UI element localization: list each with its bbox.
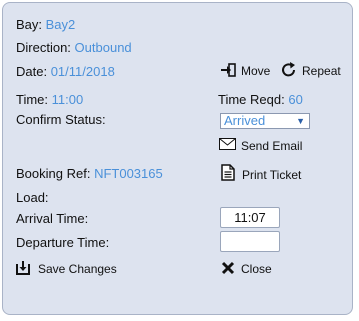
booking-details-panel: Bay: Bay2 Direction: Outbound Date: 01/1… [2, 2, 353, 315]
move-icon [221, 63, 236, 77]
close-x-icon [221, 261, 235, 275]
move-label: Move [241, 64, 271, 78]
booking-ref-row: Booking Ref: NFT003165 [16, 166, 163, 181]
document-icon [221, 164, 235, 181]
chevron-down-icon: ▼ [296, 116, 305, 126]
send-email-label: Send Email [241, 139, 303, 153]
repeat-icon [282, 62, 295, 77]
departure-time-label: Departure Time: [16, 235, 110, 250]
load-label: Load: [16, 190, 49, 205]
date-row: Date: 01/11/2018 [16, 64, 115, 79]
booking-ref-value: NFT003165 [94, 166, 163, 181]
repeat-label: Repeat [302, 64, 341, 78]
time-reqd-label: Time Reqd: [218, 92, 285, 107]
move-button[interactable]: Move [218, 61, 276, 79]
confirm-status-label: Confirm Status: [16, 112, 106, 127]
direction-label: Direction: [16, 40, 71, 55]
time-label: Time: [16, 92, 49, 107]
confirm-status-select[interactable]: Arrived ▼ [220, 113, 310, 129]
close-button[interactable]: Close [218, 259, 278, 277]
bay-row: Bay: Bay2 [16, 17, 75, 32]
date-value: 01/11/2018 [50, 64, 115, 79]
confirm-status-value: Arrived [224, 113, 266, 128]
time-reqd-value: 60 [288, 92, 303, 107]
date-label: Date: [16, 64, 48, 79]
time-value: 11:00 [51, 92, 84, 107]
send-email-button[interactable]: Send Email [218, 135, 308, 153]
arrival-time-label: Arrival Time: [16, 211, 89, 226]
bay-value: Bay2 [45, 17, 76, 32]
direction-row: Direction: Outbound [16, 40, 132, 55]
repeat-button[interactable]: Repeat [280, 61, 346, 79]
print-ticket-label: Print Ticket [242, 168, 302, 182]
save-icon [16, 261, 30, 275]
save-changes-button[interactable]: Save Changes [14, 259, 119, 277]
direction-value: Outbound [74, 40, 132, 55]
booking-ref-label: Booking Ref: [16, 166, 91, 181]
save-changes-label: Save Changes [38, 262, 117, 276]
time-row: Time: 11:00 [16, 92, 83, 107]
print-ticket-button[interactable]: Print Ticket [218, 163, 308, 183]
close-label: Close [241, 262, 272, 276]
envelope-icon [219, 138, 236, 150]
departure-time-input[interactable] [220, 231, 280, 252]
arrival-time-input[interactable]: 11:07 [220, 207, 280, 228]
bay-label: Bay: [16, 17, 43, 32]
time-reqd-row: Time Reqd: 60 [218, 92, 303, 107]
